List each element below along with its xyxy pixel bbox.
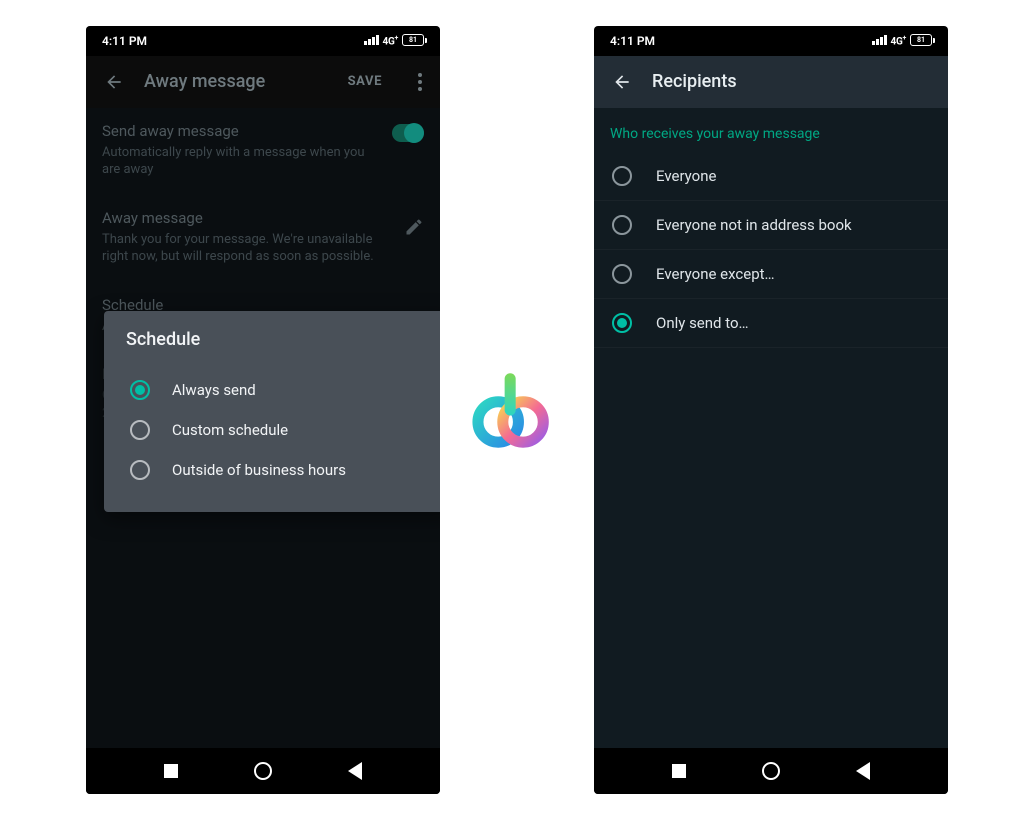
- status-time: 4:11 PM: [610, 34, 655, 48]
- app-title: Recipients: [652, 71, 940, 92]
- phone-recipients: 4:11 PM 4G+ 81 Recipients Who receives y…: [594, 26, 948, 794]
- radio-icon: [130, 460, 150, 480]
- center-brand-logo: [466, 364, 558, 456]
- radio-label: Always send: [172, 381, 256, 399]
- android-navbar: [594, 748, 948, 794]
- more-icon[interactable]: [408, 70, 432, 94]
- battery-icon: 81: [402, 34, 424, 46]
- send-away-toggle[interactable]: [392, 124, 424, 142]
- radio-icon: [612, 313, 632, 333]
- app-bar: Recipients: [594, 56, 948, 108]
- recipients-section-header: Who receives your away message: [594, 126, 948, 152]
- away-message-row[interactable]: Away message Thank you for your message.…: [86, 195, 440, 282]
- status-time: 4:11 PM: [102, 34, 147, 48]
- recipient-option-everyone-except[interactable]: Everyone except…: [594, 250, 948, 299]
- radio-icon: [612, 215, 632, 235]
- nav-home-icon[interactable]: [254, 762, 272, 780]
- battery-icon: 81: [910, 34, 932, 46]
- save-button[interactable]: SAVE: [340, 74, 390, 89]
- nav-home-icon[interactable]: [762, 762, 780, 780]
- nav-back-icon[interactable]: [856, 762, 870, 780]
- phone-away-message: 4:11 PM 4G+ 81 Away message SAVE Send aw…: [86, 26, 440, 794]
- radio-icon: [612, 166, 632, 186]
- network-type: 4G+: [891, 34, 906, 47]
- nav-back-icon[interactable]: [348, 762, 362, 780]
- signal-icon: [364, 35, 378, 45]
- radio-label: Custom schedule: [172, 421, 288, 439]
- recipient-option-not-in-book[interactable]: Everyone not in address book: [594, 201, 948, 250]
- nav-recents-icon[interactable]: [672, 764, 686, 778]
- schedule-option-custom[interactable]: Custom schedule: [126, 410, 436, 450]
- network-type: 4G+: [383, 34, 398, 47]
- edit-icon[interactable]: [404, 217, 424, 237]
- app-title: Away message: [144, 71, 322, 92]
- status-bar: 4:11 PM 4G+ 81: [86, 26, 440, 56]
- schedule-option-always[interactable]: Always send: [126, 370, 436, 410]
- status-bar: 4:11 PM 4G+ 81: [594, 26, 948, 56]
- content-area: Who receives your away message Everyone …: [594, 108, 948, 748]
- radio-label: Outside of business hours: [172, 461, 346, 479]
- radio-label: Everyone except…: [656, 265, 775, 283]
- schedule-modal: Schedule Always send Custom schedule Out…: [104, 311, 440, 512]
- app-bar: Away message SAVE: [86, 56, 440, 108]
- send-away-title: Send away message: [102, 122, 380, 140]
- send-away-row[interactable]: Send away message Automatically reply wi…: [86, 108, 440, 195]
- radio-label: Everyone: [656, 167, 716, 185]
- away-message-text: Thank you for your message. We're unavai…: [102, 231, 392, 266]
- recipient-option-everyone[interactable]: Everyone: [594, 152, 948, 201]
- nav-recents-icon[interactable]: [164, 764, 178, 778]
- back-icon[interactable]: [610, 70, 634, 94]
- android-navbar: [86, 748, 440, 794]
- radio-icon: [130, 420, 150, 440]
- recipient-option-only-send-to[interactable]: Only send to…: [594, 299, 948, 348]
- signal-icon: [872, 35, 886, 45]
- radio-icon: [130, 380, 150, 400]
- radio-label: Only send to…: [656, 314, 749, 332]
- schedule-modal-title: Schedule: [126, 329, 436, 350]
- away-message-title: Away message: [102, 209, 392, 227]
- schedule-option-outside[interactable]: Outside of business hours: [126, 450, 436, 490]
- radio-label: Everyone not in address book: [656, 216, 852, 234]
- send-away-sub: Automatically reply with a message when …: [102, 144, 380, 179]
- radio-icon: [612, 264, 632, 284]
- back-icon[interactable]: [102, 70, 126, 94]
